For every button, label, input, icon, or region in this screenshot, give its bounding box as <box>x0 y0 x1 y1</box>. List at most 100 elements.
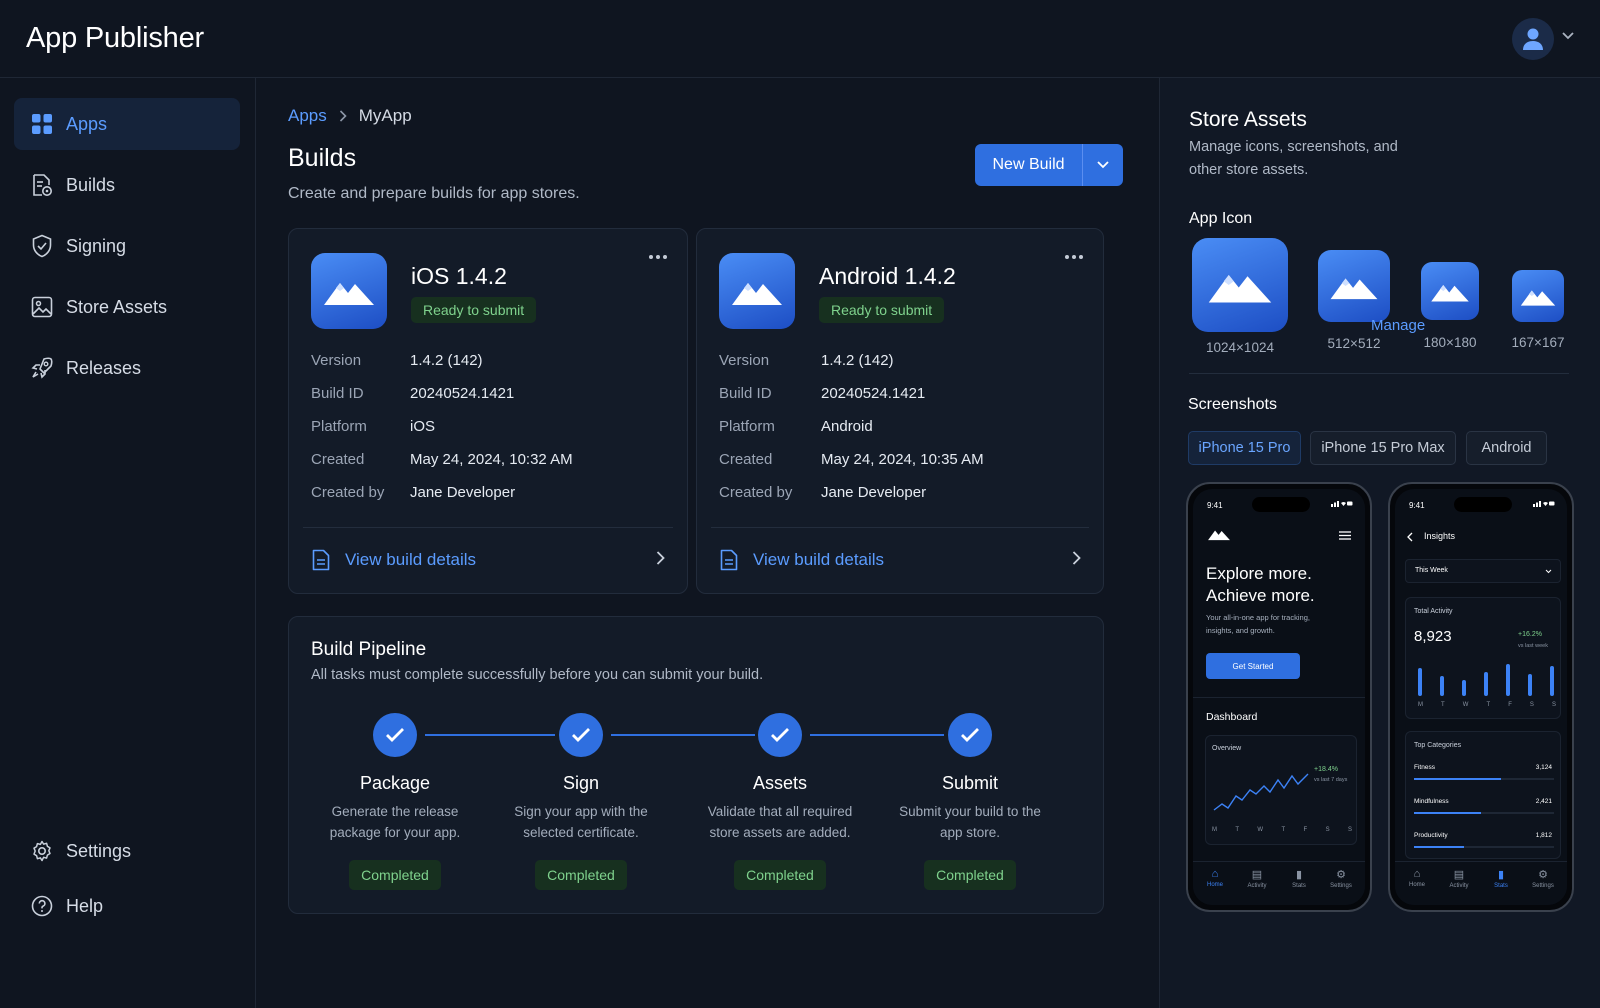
top-categories-card: Top Categories Fitness 3,124 Mindfulness… <box>1405 731 1561 859</box>
rocket-icon <box>30 356 54 380</box>
field-label: Platform <box>311 418 367 435</box>
build-doc-icon <box>30 173 54 197</box>
day-label: F <box>1303 827 1308 833</box>
hero-body-line: Your all-in-one app for tracking, <box>1206 613 1310 622</box>
range-value: This Week <box>1415 567 1448 574</box>
check-icon <box>948 713 992 757</box>
new-build-button[interactable]: New Build <box>975 144 1083 186</box>
grid-icon <box>30 112 54 136</box>
stats-icon: ▮ <box>1295 869 1303 881</box>
sidebar-item-releases[interactable]: Releases <box>14 342 240 394</box>
mountain-icon <box>1431 285 1469 302</box>
page-subtitle: Create and prepare builds for app stores… <box>288 185 580 202</box>
app-icon-167[interactable] <box>1512 270 1564 322</box>
document-icon <box>311 549 331 571</box>
category-track <box>1414 812 1554 814</box>
day-label: F <box>1508 702 1512 708</box>
field-value: Android <box>821 418 873 435</box>
sidebar-item-settings[interactable]: Settings <box>14 826 240 876</box>
app-icon-512[interactable] <box>1318 250 1390 322</box>
chevron-right-icon[interactable] <box>1072 551 1081 565</box>
sidebar: Apps Builds Signing Store Assets Release… <box>0 78 256 1008</box>
status-bar-time: 9:41 <box>1207 501 1223 510</box>
breadcrumb-current: MyApp <box>358 106 412 125</box>
tab-home: ⌂ Home <box>1397 868 1437 888</box>
category-bar <box>1414 778 1501 780</box>
divider <box>1189 373 1569 374</box>
day-label: S <box>1551 702 1556 708</box>
field-value: 20240524.1421 <box>410 385 515 402</box>
icon-size-label: 512×512 <box>1327 336 1381 351</box>
chevron-down-icon[interactable] <box>1562 32 1574 40</box>
screenshot-phone-home[interactable]: 9:41 Explore more. Achieve more. Your all… <box>1186 482 1372 912</box>
activity-bar <box>1462 680 1466 696</box>
user-avatar-button[interactable] <box>1512 18 1554 60</box>
sidebar-item-label: Builds <box>66 174 116 195</box>
sidebar-item-builds[interactable]: Builds <box>14 159 240 211</box>
view-build-details-link[interactable]: View build details <box>719 549 884 571</box>
tab-stats: ▮ Stats <box>1279 868 1319 889</box>
more-options-icon[interactable] <box>1065 255 1083 259</box>
tab-iphone-15-pro[interactable]: iPhone 15 Pro <box>1188 431 1301 465</box>
mountain-icon <box>1330 278 1378 300</box>
app-title: App Publisher <box>26 22 204 54</box>
day-label: S <box>1347 827 1352 833</box>
icon-size-label: 180×180 <box>1423 335 1477 350</box>
view-build-details-link[interactable]: View build details <box>311 549 476 571</box>
tab-label: Activity <box>1449 883 1469 889</box>
total-value: 8,923 <box>1414 628 1452 645</box>
overview-delta-note: vs last 7 days <box>1314 777 1348 783</box>
activity-bar <box>1506 664 1510 696</box>
new-build-dropdown-button[interactable] <box>1083 144 1123 186</box>
overview-delta: +18.4% <box>1314 766 1338 773</box>
day-label: T <box>1235 827 1240 833</box>
tab-iphone-15-pro-max[interactable]: iPhone 15 Pro Max <box>1310 431 1456 465</box>
step-description: Submit your build to the app store. <box>880 801 1060 843</box>
icon-size-label: 167×167 <box>1511 335 1565 350</box>
sidebar-item-store-assets[interactable]: Store Assets <box>14 281 240 333</box>
sidebar-item-signing[interactable]: Signing <box>14 220 240 272</box>
status-icons <box>1331 500 1353 507</box>
chevron-down-icon <box>1545 569 1552 574</box>
gear-icon <box>30 839 54 863</box>
overview-label: Overview <box>1212 745 1242 752</box>
activity-bar-chart <box>1418 664 1554 696</box>
app-icon-1024[interactable] <box>1192 238 1288 332</box>
step-description: Sign your app with the selected certifica… <box>491 801 671 843</box>
sidebar-item-help[interactable]: Help <box>14 881 240 931</box>
insights-title: Insights <box>1424 531 1456 541</box>
category-bar <box>1414 812 1482 814</box>
app-icon-180[interactable] <box>1421 262 1479 320</box>
activity-bar <box>1550 666 1554 696</box>
category-name: Productivity <box>1414 832 1448 839</box>
divider <box>303 527 673 528</box>
field-value: 1.4.2 (142) <box>821 352 894 369</box>
activity-icon: ▤ <box>1251 869 1263 881</box>
phone-screen: 9:41 Explore more. Achieve more. Your all… <box>1193 489 1365 905</box>
screenshot-phone-insights[interactable]: 9:41 Insights This Week Total Activity 8… <box>1388 482 1574 912</box>
step-desc-line: Sign your app with the <box>514 804 648 819</box>
mountain-icon <box>1208 275 1272 303</box>
tab-label: Home <box>1408 882 1425 888</box>
tab-label: Settings <box>1330 883 1352 889</box>
check-icon <box>559 713 603 757</box>
step-desc-line: store assets are added. <box>709 825 851 840</box>
day-label: W <box>1462 702 1469 708</box>
step-name: Submit <box>941 773 999 793</box>
sidebar-item-apps[interactable]: Apps <box>14 98 240 150</box>
breadcrumb-apps-link[interactable]: Apps <box>288 106 327 126</box>
manage-screenshots-link[interactable]: Manage <box>1371 317 1425 334</box>
field-label: Created by <box>311 484 385 501</box>
activity-bar <box>1484 672 1488 696</box>
chevron-right-icon[interactable] <box>656 551 665 565</box>
new-build-split-button: New Build <box>975 144 1123 186</box>
activity-day-labels: MTWTFSS <box>1418 702 1556 708</box>
category-value: 3,124 <box>1535 764 1552 771</box>
more-options-icon[interactable] <box>649 255 667 259</box>
step-desc-line: Submit your build to the <box>899 804 1041 819</box>
pipeline-connector <box>611 734 755 736</box>
pipeline-title: Build Pipeline <box>311 639 427 660</box>
build-title: Android 1.4.2 <box>819 263 956 289</box>
phone-screen: 9:41 Insights This Week Total Activity 8… <box>1395 489 1567 905</box>
tab-android[interactable]: Android <box>1466 431 1547 465</box>
